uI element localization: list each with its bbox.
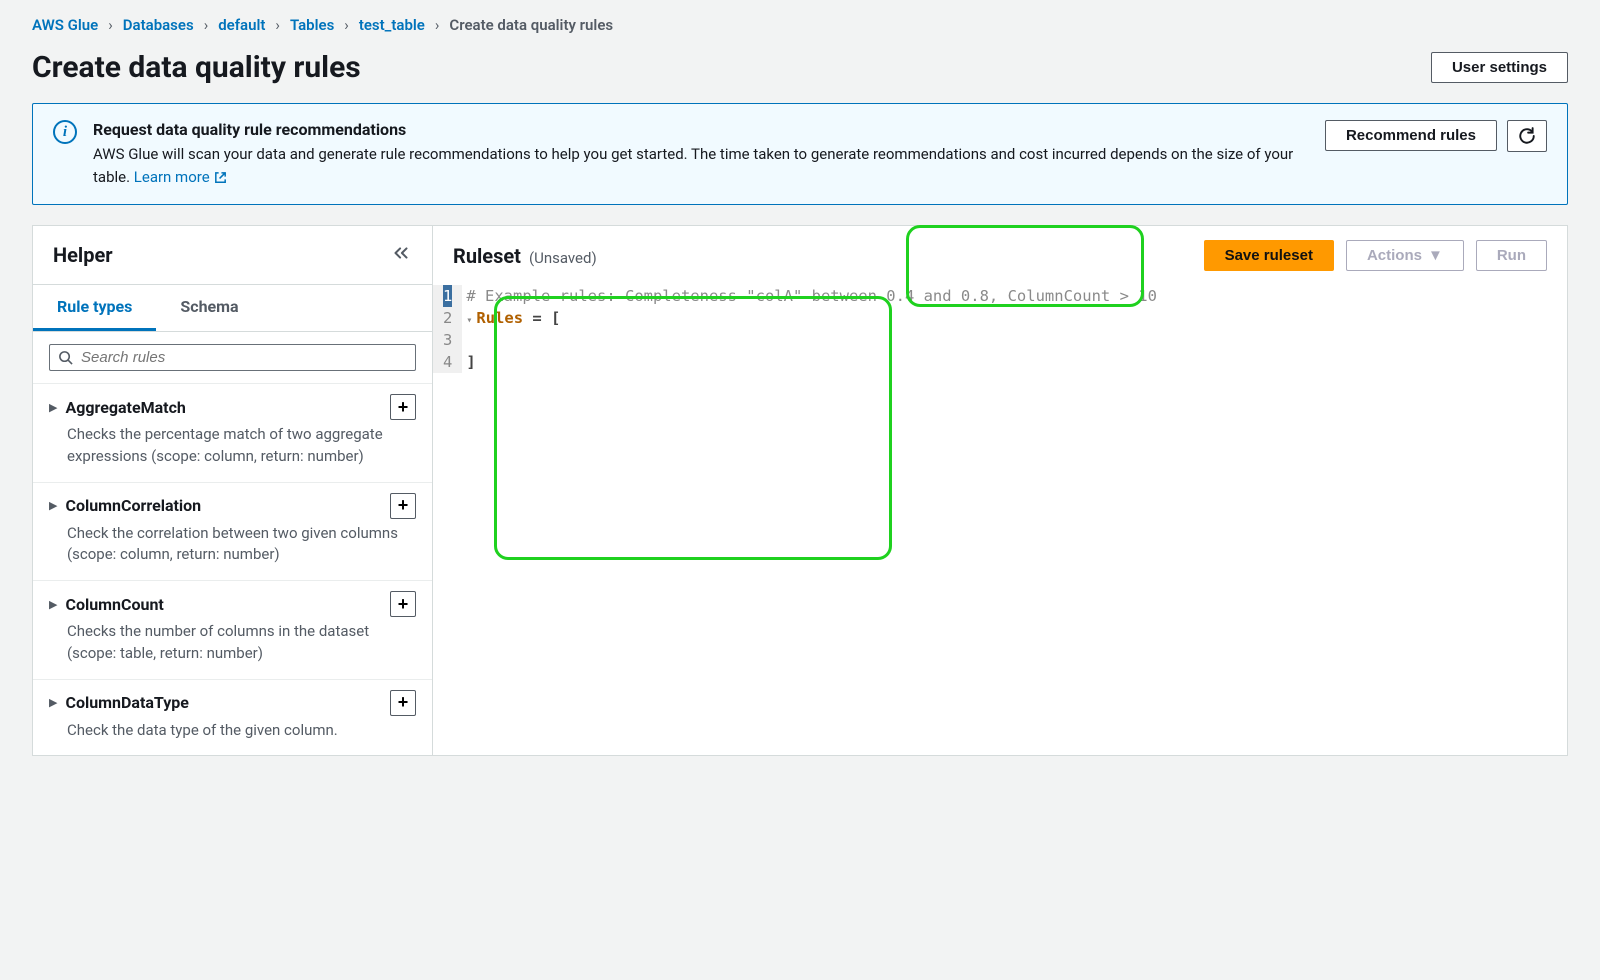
rule-name: ColumnCorrelation bbox=[65, 496, 382, 515]
run-button[interactable]: Run bbox=[1476, 240, 1547, 271]
breadcrumb-current: Create data quality rules bbox=[449, 16, 613, 34]
collapse-icon[interactable] bbox=[390, 242, 412, 268]
rule-item: ▶ ColumnCount + Checks the number of col… bbox=[33, 580, 432, 679]
search-input[interactable] bbox=[81, 349, 407, 366]
chevron-right-icon: › bbox=[108, 16, 113, 34]
rule-desc: Check the correlation between two given … bbox=[49, 523, 416, 567]
add-rule-button[interactable]: + bbox=[390, 591, 416, 617]
tab-schema[interactable]: Schema bbox=[156, 285, 262, 331]
add-rule-button[interactable]: + bbox=[390, 690, 416, 716]
refresh-button[interactable] bbox=[1507, 120, 1547, 152]
info-banner: i Request data quality rule recommendati… bbox=[32, 103, 1568, 205]
breadcrumb-item[interactable]: default bbox=[218, 16, 265, 34]
caret-right-icon[interactable]: ▶ bbox=[49, 696, 57, 709]
chevron-right-icon: › bbox=[275, 16, 280, 34]
search-icon bbox=[58, 350, 73, 365]
page-title: Create data quality rules bbox=[32, 50, 361, 85]
ruleset-status: (Unsaved) bbox=[529, 249, 597, 267]
rule-desc: Check the data type of the given column. bbox=[49, 720, 416, 742]
rule-desc: Checks the number of columns in the data… bbox=[49, 621, 416, 665]
save-ruleset-button[interactable]: Save ruleset bbox=[1204, 240, 1334, 271]
helper-panel: Helper Rule types Schema ▶ bbox=[33, 226, 433, 755]
info-banner-desc: AWS Glue will scan your data and generat… bbox=[93, 143, 1309, 188]
code-line-comment: # Example rules: Completeness "colA" bet… bbox=[466, 287, 1157, 305]
chevron-down-icon: ▼ bbox=[1428, 247, 1443, 264]
chevron-right-icon: › bbox=[204, 16, 209, 34]
search-input-wrap[interactable] bbox=[49, 344, 416, 371]
breadcrumb-item[interactable]: test_table bbox=[359, 16, 425, 34]
rule-item: ▶ ColumnCorrelation + Check the correlat… bbox=[33, 482, 432, 581]
ruleset-title: Ruleset (Unsaved) bbox=[453, 244, 597, 268]
add-rule-button[interactable]: + bbox=[390, 493, 416, 519]
rule-name: ColumnDataType bbox=[65, 693, 382, 712]
breadcrumb-item[interactable]: Databases bbox=[123, 16, 194, 34]
refresh-icon bbox=[1518, 127, 1536, 145]
rule-name: AggregateMatch bbox=[65, 398, 382, 417]
fold-caret-icon[interactable]: ▾ bbox=[466, 315, 472, 326]
add-rule-button[interactable]: + bbox=[390, 394, 416, 420]
helper-title: Helper bbox=[53, 243, 113, 267]
chevron-right-icon: › bbox=[435, 16, 440, 34]
rule-name: ColumnCount bbox=[65, 595, 382, 614]
rule-item: ▶ ColumnDataType + Check the data type o… bbox=[33, 679, 432, 756]
recommend-rules-button[interactable]: Recommend rules bbox=[1325, 120, 1497, 151]
info-banner-title: Request data quality rule recommendation… bbox=[93, 120, 1309, 139]
breadcrumb-item[interactable]: AWS Glue bbox=[32, 16, 98, 34]
info-icon: i bbox=[53, 120, 77, 144]
caret-right-icon[interactable]: ▶ bbox=[49, 598, 57, 611]
breadcrumb: AWS Glue › Databases › default › Tables … bbox=[32, 16, 1568, 34]
rule-desc: Checks the percentage match of two aggre… bbox=[49, 424, 416, 468]
code-editor[interactable]: 1 2 3 4 # Example rules: Completeness "c… bbox=[433, 285, 1567, 373]
code-content[interactable]: # Example rules: Completeness "colA" bet… bbox=[462, 285, 1567, 373]
learn-more-link[interactable]: Learn more bbox=[134, 168, 229, 186]
external-link-icon bbox=[213, 170, 228, 185]
actions-dropdown-button[interactable]: Actions ▼ bbox=[1346, 240, 1464, 271]
helper-tabs: Rule types Schema bbox=[33, 285, 432, 332]
breadcrumb-item[interactable]: Tables bbox=[290, 16, 334, 34]
rule-list: ▶ AggregateMatch + Checks the percentage… bbox=[33, 383, 432, 755]
code-gutter: 1 2 3 4 bbox=[433, 285, 462, 373]
caret-right-icon[interactable]: ▶ bbox=[49, 401, 57, 414]
user-settings-button[interactable]: User settings bbox=[1431, 52, 1568, 83]
caret-right-icon[interactable]: ▶ bbox=[49, 499, 57, 512]
rule-item: ▶ AggregateMatch + Checks the percentage… bbox=[33, 383, 432, 482]
tab-rule-types[interactable]: Rule types bbox=[33, 285, 156, 331]
ruleset-panel: Ruleset (Unsaved) Save ruleset Actions ▼… bbox=[433, 226, 1567, 755]
chevron-right-icon: › bbox=[344, 16, 349, 34]
